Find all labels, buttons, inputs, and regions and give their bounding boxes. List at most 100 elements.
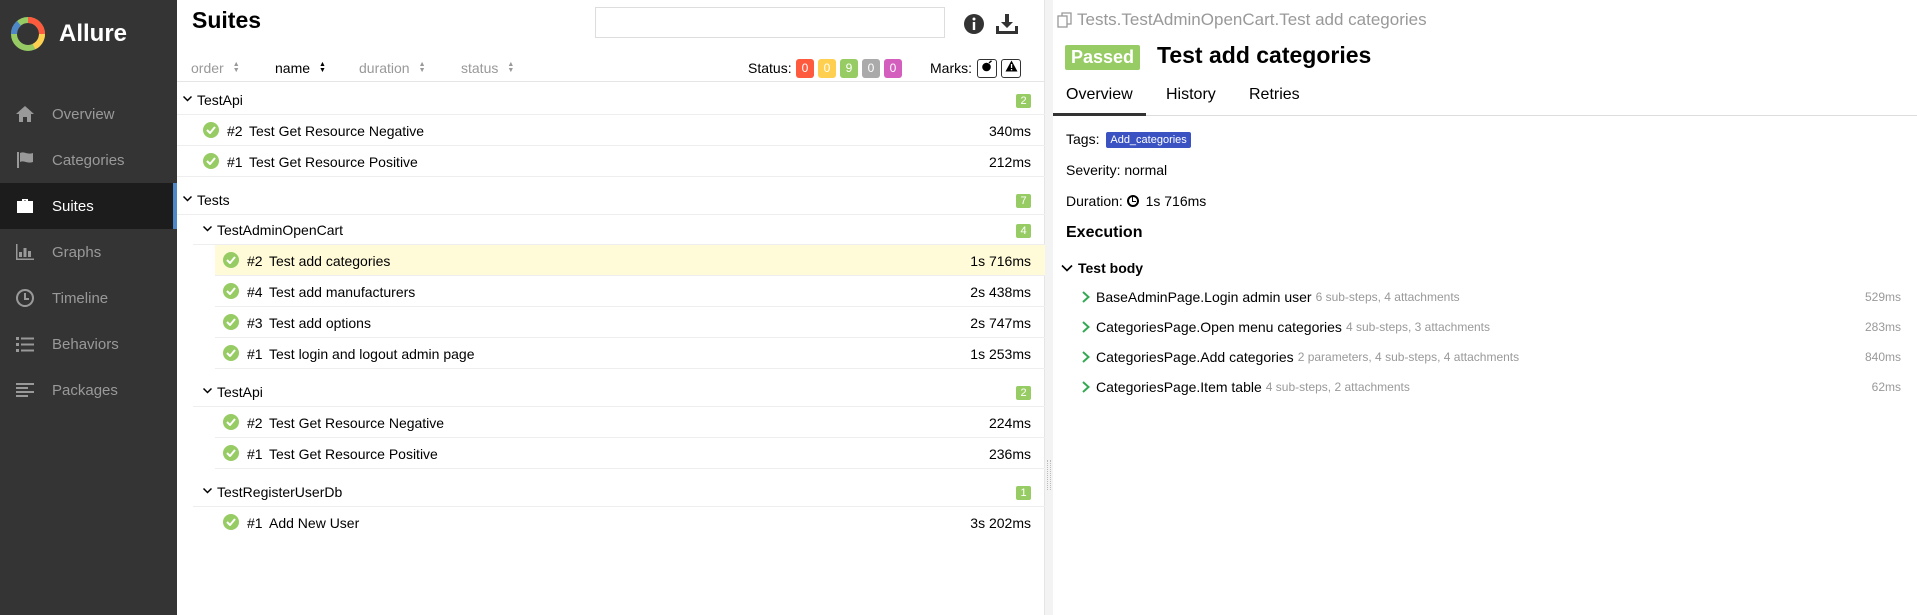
step-name: CategoriesPage.Item table (1096, 379, 1262, 395)
group-name: TestRegisterUserDb (217, 484, 343, 500)
execution-title: Execution (1066, 224, 1143, 241)
status-passed-toggle[interactable]: 9 (840, 59, 858, 78)
test-name: Test Get Resource Negative (269, 415, 445, 431)
tab-history[interactable]: History (1166, 84, 1216, 116)
warning-icon (1005, 60, 1017, 72)
list-icon (14, 333, 36, 355)
test-number: #1 (247, 346, 263, 362)
copy-icon[interactable] (1057, 12, 1073, 28)
step-row[interactable]: BaseAdminPage.Login admin user 6 sub-ste… (1081, 286, 1901, 308)
test-row[interactable]: #1 Test Get Resource Positive 212ms (177, 146, 1045, 177)
step-row[interactable]: CategoriesPage.Item table 4 sub-steps, 2… (1081, 376, 1901, 398)
test-detail-pane: Tests.TestAdminOpenCart.Test add categor… (1053, 0, 1917, 615)
test-row[interactable]: #4 Test add manufacturers 2s 438ms (215, 276, 1045, 307)
chevron-right-icon (1082, 291, 1090, 303)
sort-arrows-icon: ▲ ▼ (507, 61, 515, 74)
group-testapi[interactable]: TestApi 2 (177, 85, 1045, 115)
status-broken-toggle[interactable]: 0 (818, 59, 836, 78)
step-meta: 4 sub-steps, 2 attachments (1265, 380, 1410, 394)
chevron-down-icon (183, 95, 192, 102)
pane-splitter[interactable] (1045, 0, 1053, 615)
step-row[interactable]: CategoriesPage.Open menu categories 4 su… (1081, 316, 1901, 338)
group-name: TestApi (217, 384, 263, 400)
step-name: BaseAdminPage.Login admin user (1096, 289, 1312, 305)
tag-badge[interactable]: Add_categories (1106, 132, 1191, 148)
tags-line: Tags: Add_categories (1066, 131, 1191, 148)
test-row[interactable]: #3 Test add options 2s 747ms (215, 307, 1045, 338)
sidebar-item-categories[interactable]: Categories (0, 137, 177, 183)
passed-icon (223, 345, 239, 361)
test-row[interactable]: #1 Test Get Resource Positive 236ms (215, 438, 1045, 469)
tab-overview[interactable]: Overview (1053, 84, 1146, 116)
test-row[interactable]: #2 Test Get Resource Negative 224ms (215, 407, 1045, 438)
new-failed-mark-toggle[interactable] (1001, 59, 1021, 78)
chevron-down-icon (203, 387, 212, 394)
group-testadminopencart[interactable]: TestAdminOpenCart 4 (193, 215, 1045, 245)
suites-tree: TestApi 2 #2 Test Get Resource Negative … (177, 85, 1045, 538)
marks-label: Marks: (930, 60, 972, 76)
sidebar-item-label: Overview (52, 105, 115, 123)
detail-tabs: Overview History Retries (1053, 84, 1917, 116)
test-number: #2 (247, 415, 263, 431)
download-icon[interactable] (995, 13, 1019, 37)
group-name: TestApi (197, 92, 243, 108)
sidebar-item-packages[interactable]: Packages (0, 367, 177, 413)
status-unknown-toggle[interactable]: 0 (884, 59, 902, 78)
search-input[interactable] (595, 7, 945, 38)
sidebar-item-suites[interactable]: Suites (0, 183, 177, 229)
test-number: #4 (247, 284, 263, 300)
breadcrumb-text: Tests.TestAdminOpenCart.Test add categor… (1077, 10, 1427, 29)
test-duration: 212ms (988, 154, 1031, 170)
tags-label: Tags: (1066, 131, 1100, 147)
sidebar-item-label: Suites (52, 197, 94, 215)
sort-order[interactable]: order ▲ ▼ (191, 60, 241, 76)
status-failed-toggle[interactable]: 0 (796, 59, 814, 78)
sidebar-item-label: Packages (52, 381, 118, 399)
sort-status[interactable]: status ▲ ▼ (461, 60, 515, 76)
chevron-right-icon (1082, 351, 1090, 363)
align-left-icon (14, 379, 36, 401)
group-testregisteruserdb[interactable]: TestRegisterUserDb 1 (193, 477, 1045, 507)
duration-value: 1s 716ms (1145, 193, 1207, 209)
severity-line: Severity: normal (1066, 162, 1168, 178)
step-meta: 4 sub-steps, 3 attachments (1345, 320, 1491, 334)
tab-retries[interactable]: Retries (1249, 84, 1300, 116)
test-row-selected[interactable]: #2 Test add categories 1s 716ms (215, 245, 1045, 276)
sidebar-item-graphs[interactable]: Graphs (0, 229, 177, 275)
sidebar: Allure Overview Categories Suites Graphs… (0, 0, 177, 615)
group-testapi-sub[interactable]: TestApi 2 (193, 377, 1045, 407)
sidebar-item-timeline[interactable]: Timeline (0, 275, 177, 321)
info-icon[interactable] (963, 13, 987, 37)
status-skipped-toggle[interactable]: 0 (862, 59, 880, 78)
brand[interactable]: Allure (0, 0, 177, 68)
step-meta: 6 sub-steps, 4 attachments (1315, 290, 1460, 304)
sort-name[interactable]: name ▲ ▼ (275, 60, 327, 76)
bar-chart-icon (14, 241, 36, 263)
flaky-mark-toggle[interactable] (977, 59, 997, 78)
sort-order-label: order (191, 60, 224, 76)
flag-icon (14, 149, 36, 171)
test-duration: 2s 438ms (970, 284, 1031, 300)
sort-duration[interactable]: duration ▲ ▼ (359, 60, 427, 76)
sidebar-item-overview[interactable]: Overview (0, 91, 177, 137)
step-row[interactable]: CategoriesPage.Add categories 2 paramete… (1081, 346, 1901, 368)
splitter-handle[interactable] (1047, 460, 1051, 490)
test-row[interactable]: #1 Add New User 3s 202ms (215, 507, 1045, 538)
group-tests[interactable]: Tests 7 (177, 185, 1045, 215)
test-number: #1 (227, 154, 243, 170)
test-body-label: Test body (1078, 260, 1144, 276)
test-duration: 1s 716ms (970, 253, 1031, 269)
duration-line: Duration: 1s 716ms (1066, 193, 1206, 209)
sort-duration-label: duration (359, 60, 410, 76)
test-body-toggle[interactable]: Test body (1061, 260, 1143, 276)
briefcase-icon (14, 195, 36, 217)
allure-logo-icon (10, 16, 46, 52)
test-row[interactable]: #1 Test login and logout admin page 1s 2… (215, 338, 1045, 369)
count-badge: 1 (1016, 486, 1031, 500)
clock-icon (14, 287, 36, 309)
count-badge: 2 (1016, 94, 1031, 108)
test-row[interactable]: #2 Test Get Resource Negative 340ms (177, 115, 1045, 146)
sidebar-item-behaviors[interactable]: Behaviors (0, 321, 177, 367)
sidebar-nav: Overview Categories Suites Graphs Timeli… (0, 91, 177, 413)
passed-icon (223, 314, 239, 330)
